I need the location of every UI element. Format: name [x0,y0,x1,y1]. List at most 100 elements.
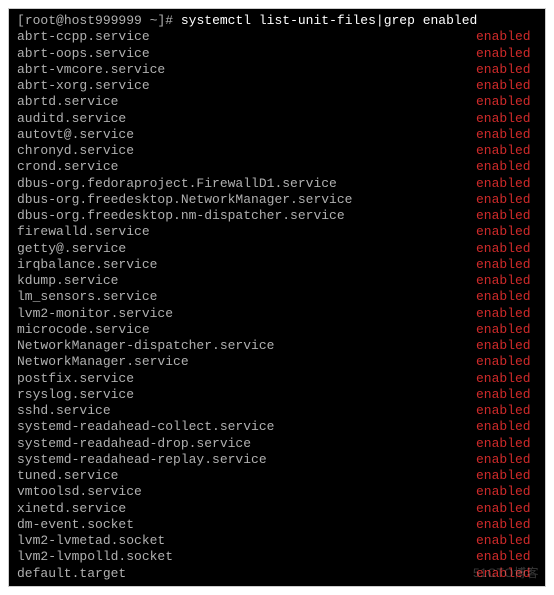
unit-status: enabled [462,501,537,517]
unit-row: autovt@.serviceenabled [17,127,537,143]
unit-name: systemd-readahead-collect.service [17,419,462,435]
unit-status: enabled [462,387,537,403]
unit-status: enabled [462,403,537,419]
unit-row: abrt-xorg.serviceenabled [17,78,537,94]
unit-status: enabled [462,436,537,452]
unit-row: systemd-readahead-collect.serviceenabled [17,419,537,435]
prompt-close-bracket: ]# [157,13,173,28]
unit-name: postfix.service [17,371,462,387]
unit-status: enabled [462,257,537,273]
unit-name: dbus-org.fedoraproject.FirewallD1.servic… [17,176,462,192]
unit-name: lvm2-lvmetad.socket [17,533,462,549]
prompt-user-host: root@host999999 [25,13,142,28]
unit-row: crond.serviceenabled [17,159,537,175]
unit-row: dbus-org.freedesktop.nm-dispatcher.servi… [17,208,537,224]
unit-status: enabled [462,224,537,240]
unit-status: enabled [462,241,537,257]
unit-status: enabled [462,78,537,94]
command-text: systemctl list-unit-files|grep enabled [173,13,477,28]
unit-row: NetworkManager-dispatcher.serviceenabled [17,338,537,354]
unit-status: enabled [462,192,537,208]
unit-status: enabled [462,322,537,338]
unit-name: autovt@.service [17,127,462,143]
unit-row: systemd-readahead-drop.serviceenabled [17,436,537,452]
unit-name: rsyslog.service [17,387,462,403]
unit-status: enabled [462,62,537,78]
unit-name: dbus-org.freedesktop.nm-dispatcher.servi… [17,208,462,224]
unit-name: default.target [17,566,462,582]
unit-status: enabled [462,29,537,45]
unit-status: enabled [462,484,537,500]
unit-status: enabled [462,159,537,175]
unit-row: auditd.serviceenabled [17,111,537,127]
unit-name: vmtoolsd.service [17,484,462,500]
unit-row: lvm2-monitor.serviceenabled [17,306,537,322]
unit-status: enabled [462,273,537,289]
unit-name: microcode.service [17,322,462,338]
prompt-path: ~ [142,13,158,28]
unit-row: dbus-org.fedoraproject.FirewallD1.servic… [17,176,537,192]
unit-row: abrt-vmcore.serviceenabled [17,62,537,78]
unit-name: crond.service [17,159,462,175]
unit-name: chronyd.service [17,143,462,159]
unit-row: dm-event.socketenabled [17,517,537,533]
unit-row: NetworkManager.serviceenabled [17,354,537,370]
unit-name: dm-event.socket [17,517,462,533]
unit-name: sshd.service [17,403,462,419]
unit-status: enabled [462,127,537,143]
unit-name: abrt-ccpp.service [17,29,462,45]
unit-name: dbus-org.freedesktop.NetworkManager.serv… [17,192,462,208]
unit-name: firewalld.service [17,224,462,240]
unit-row: abrt-oops.serviceenabled [17,46,537,62]
unit-row: irqbalance.serviceenabled [17,257,537,273]
unit-status: enabled [462,468,537,484]
unit-status: enabled [462,452,537,468]
unit-row: lvm2-lvmetad.socketenabled [17,533,537,549]
unit-name: systemd-readahead-drop.service [17,436,462,452]
unit-name: abrt-xorg.service [17,78,462,94]
unit-status: enabled [462,111,537,127]
unit-name: NetworkManager-dispatcher.service [17,338,462,354]
unit-row: lm_sensors.serviceenabled [17,289,537,305]
unit-row: tuned.serviceenabled [17,468,537,484]
unit-row: rsyslog.serviceenabled [17,387,537,403]
unit-name: lvm2-lvmpolld.socket [17,549,462,565]
unit-name: kdump.service [17,273,462,289]
unit-status: enabled [462,419,537,435]
unit-status: enabled [462,371,537,387]
unit-status: enabled [462,94,537,110]
unit-name: abrtd.service [17,94,462,110]
unit-status: enabled [462,208,537,224]
unit-status: enabled [462,46,537,62]
unit-row: postfix.serviceenabled [17,371,537,387]
unit-status: enabled [462,533,537,549]
unit-status: enabled [462,176,537,192]
unit-row: sshd.serviceenabled [17,403,537,419]
unit-list: abrt-ccpp.serviceenabledabrt-oops.servic… [17,29,537,582]
unit-row: firewalld.serviceenabled [17,224,537,240]
unit-name: NetworkManager.service [17,354,462,370]
unit-name: irqbalance.service [17,257,462,273]
unit-status: enabled [462,143,537,159]
unit-row: xinetd.serviceenabled [17,501,537,517]
unit-row: lvm2-lvmpolld.socketenabled [17,549,537,565]
unit-status: enabled [462,549,537,565]
prompt-line: [root@host999999 ~]# systemctl list-unit… [17,13,537,29]
unit-row: abrtd.serviceenabled [17,94,537,110]
unit-name: abrt-oops.service [17,46,462,62]
unit-name: abrt-vmcore.service [17,62,462,78]
unit-row: getty@.serviceenabled [17,241,537,257]
unit-status: enabled [462,517,537,533]
unit-status: enabled [462,306,537,322]
unit-row: vmtoolsd.serviceenabled [17,484,537,500]
unit-status: enabled [462,354,537,370]
unit-name: systemd-readahead-replay.service [17,452,462,468]
watermark-text: 51CTO博客 [473,566,539,581]
unit-row: kdump.serviceenabled [17,273,537,289]
unit-row: abrt-ccpp.serviceenabled [17,29,537,45]
unit-name: tuned.service [17,468,462,484]
unit-status: enabled [462,338,537,354]
unit-name: getty@.service [17,241,462,257]
unit-name: auditd.service [17,111,462,127]
terminal-window[interactable]: [root@host999999 ~]# systemctl list-unit… [8,8,546,587]
